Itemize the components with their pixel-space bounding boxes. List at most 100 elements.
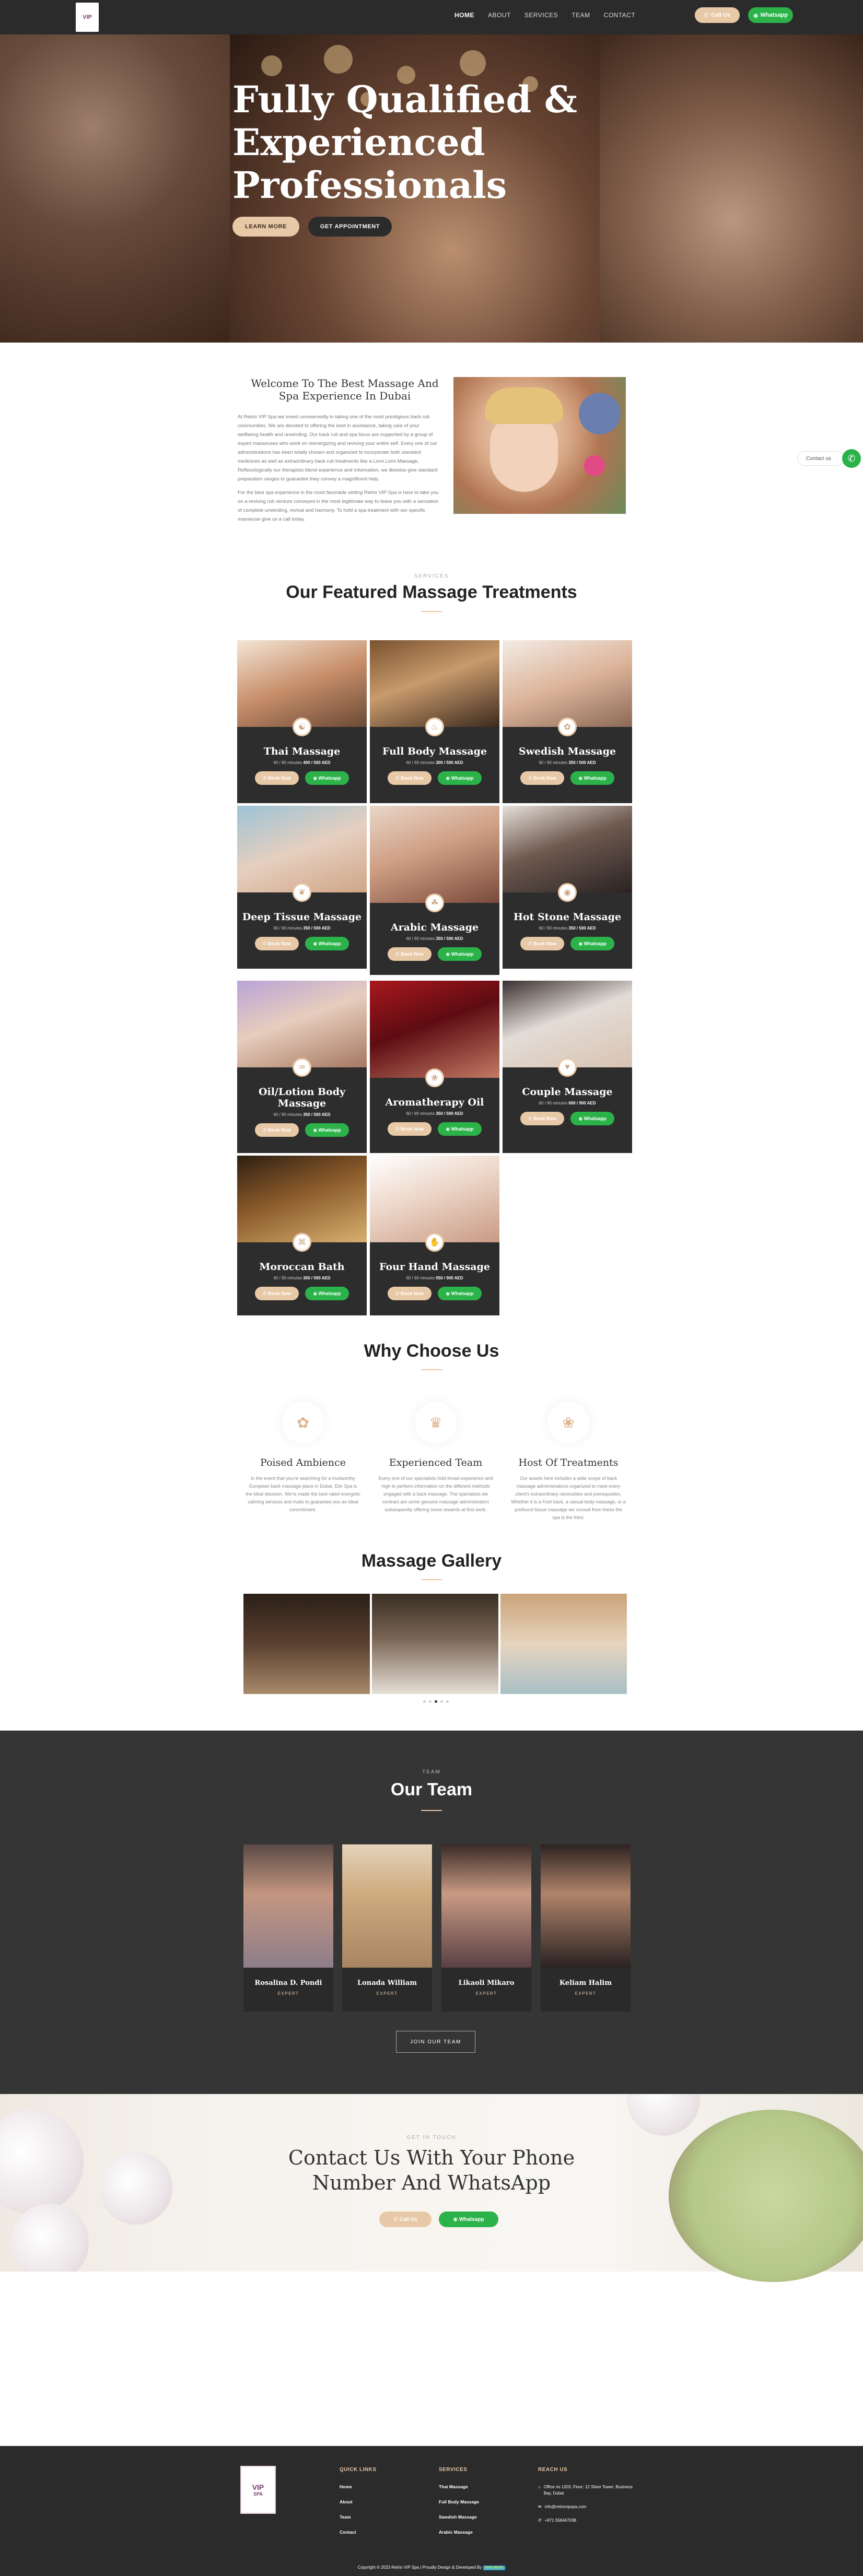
team-member-role: EXPERT bbox=[575, 1991, 597, 1996]
service-whatsapp-button[interactable]: ◉ Whatsapp bbox=[570, 771, 614, 785]
team-member-card[interactable]: Keliam Halim EXPERT bbox=[541, 1844, 631, 2012]
hands-icon: ✋ bbox=[425, 1233, 444, 1252]
contact-us-pill[interactable]: Contact us bbox=[797, 451, 844, 466]
nav-about[interactable]: ABOUT bbox=[488, 11, 511, 19]
service-duration-price: 60 / 90 minutes 350 / 500 AED bbox=[237, 926, 367, 931]
gallery-dot[interactable] bbox=[429, 1700, 431, 1703]
service-card[interactable]: ☯ Thai Massage 60 / 90 minutes 400 / 500 A… bbox=[237, 640, 367, 803]
book-now-button[interactable]: ✆ Book Now bbox=[388, 1287, 431, 1300]
service-card[interactable]: ☘ Arabic Massage 60 / 90 minutes 350 / 500… bbox=[370, 806, 499, 975]
service-title: Thai Massage bbox=[263, 746, 341, 757]
service-card[interactable]: ◉ Hot Stone Massage 60 / 90 minutes 350 / … bbox=[503, 806, 632, 969]
gallery-image[interactable] bbox=[372, 1594, 498, 1694]
service-whatsapp-button[interactable]: ◉ Whatsapp bbox=[570, 1112, 614, 1125]
book-now-button[interactable]: ✆ Book Now bbox=[255, 937, 299, 950]
footer-link[interactable]: Team bbox=[340, 2514, 377, 2520]
nav-services[interactable]: SERVICES bbox=[524, 11, 558, 19]
footer-link[interactable]: Home bbox=[340, 2484, 377, 2489]
contact-title: Contact Us With Your Phone Number And Wh… bbox=[249, 2145, 614, 2195]
service-whatsapp-button[interactable]: ◉ Whatsapp bbox=[305, 1287, 349, 1300]
join-team-button[interactable]: JOIN OUR TEAM bbox=[396, 2031, 475, 2053]
service-duration-price: 60 / 90 minutes 300 / 500 AED bbox=[237, 1276, 367, 1280]
service-duration-price: 60 / 90 minutes 550 / 900 AED bbox=[370, 1276, 499, 1280]
whatsapp-label: Whatsapp bbox=[760, 12, 788, 18]
footer-link[interactable]: Contact bbox=[340, 2530, 377, 2535]
header-call-button[interactable]: ✆ Call Us bbox=[695, 7, 740, 23]
floating-whatsapp-button[interactable]: ✆ bbox=[842, 449, 861, 468]
nav-home[interactable]: HOME bbox=[454, 11, 474, 19]
gallery-image[interactable] bbox=[243, 1594, 370, 1694]
copyright-text: Copyright © 2023 Retrio VIP Spa | Proudl… bbox=[357, 2565, 482, 2570]
service-card[interactable]: ❀ Aromatherapy Oil 60 / 90 minutes 350 / 5… bbox=[370, 981, 499, 1153]
book-now-button[interactable]: ✆ Book Now bbox=[255, 771, 299, 785]
welcome-paragraph: At Retrio VIP Spa we invest unreservedly… bbox=[238, 414, 438, 482]
service-card[interactable]: ♒ Oil/Lotion Body Massage 60 / 90 minutes … bbox=[237, 981, 367, 1153]
section-divider bbox=[421, 1810, 442, 1811]
footer-link[interactable]: About bbox=[340, 2499, 377, 2504]
bokeh-light bbox=[324, 45, 353, 74]
service-whatsapp-button[interactable]: ◉ Whatsapp bbox=[438, 1287, 482, 1300]
gallery-dot[interactable] bbox=[423, 1700, 426, 1703]
gallery-image[interactable] bbox=[500, 1594, 627, 1694]
book-now-button[interactable]: ✆ Book Now bbox=[520, 771, 564, 785]
hero-image-right bbox=[600, 34, 863, 343]
service-duration-price: 60 / 90 minutes 350 / 500 AED bbox=[370, 1111, 499, 1116]
service-whatsapp-button[interactable]: ◉ Whatsapp bbox=[438, 947, 482, 961]
nav-team[interactable]: TEAM bbox=[572, 11, 590, 19]
team-member-card[interactable]: Rosalina D. Pondi EXPERT bbox=[243, 1844, 333, 2012]
footer-link[interactable]: Full Body Massage bbox=[439, 2499, 479, 2504]
service-card[interactable]: ⌘ Moroccan Bath 60 / 90 minutes 300 / 500 … bbox=[237, 1156, 367, 1315]
candle-decoration bbox=[627, 2094, 700, 2136]
service-card[interactable]: ♨ Full Body Massage 60 / 90 minutes 300 / … bbox=[370, 640, 499, 803]
service-price: 350 / 500 AED bbox=[436, 1111, 463, 1116]
book-now-button[interactable]: ✆ Book Now bbox=[520, 1112, 564, 1125]
site-logo[interactable]: VIP bbox=[76, 3, 99, 32]
service-whatsapp-button[interactable]: ◉ Whatsapp bbox=[305, 1123, 349, 1137]
footer-link[interactable]: Arabic Massage bbox=[439, 2530, 479, 2535]
email-icon: ✉ bbox=[538, 2504, 542, 2509]
book-now-button[interactable]: ✆ Book Now bbox=[255, 1123, 299, 1137]
team-member-card[interactable]: Lonada William EXPERT bbox=[342, 1844, 432, 2012]
service-card[interactable]: ✋ Four Hand Massage 60 / 90 minutes 550 / … bbox=[370, 1156, 499, 1315]
gallery-dot[interactable] bbox=[440, 1700, 443, 1703]
contact-whatsapp-button[interactable]: ◉ Whatsapp bbox=[439, 2212, 498, 2227]
learn-more-button[interactable]: LEARN MORE bbox=[232, 217, 299, 237]
service-whatsapp-button[interactable]: ◉ Whatsapp bbox=[438, 771, 482, 785]
whatsapp-icon: ◉ bbox=[753, 12, 759, 19]
developer-badge[interactable]: Web Worth bbox=[483, 2566, 506, 2570]
service-whatsapp-button[interactable]: ◉ Whatsapp bbox=[305, 771, 349, 785]
service-card[interactable]: ✿ Swedish Massage 60 / 90 minutes 350 / 50… bbox=[503, 640, 632, 803]
footer-logo[interactable]: VIP SPA bbox=[240, 2466, 276, 2514]
service-duration: 60 / 90 minutes bbox=[273, 1112, 304, 1117]
team-member-card[interactable]: Likaoli Mikaro EXPERT bbox=[441, 1844, 531, 2012]
service-card[interactable]: ❦ Deep Tissue Massage 60 / 90 minutes 350 … bbox=[237, 806, 367, 969]
service-title: Aromatherapy Oil bbox=[385, 1097, 484, 1108]
service-image bbox=[237, 1156, 367, 1242]
gallery-dot-active[interactable] bbox=[435, 1700, 437, 1703]
book-now-button[interactable]: ✆ Book Now bbox=[388, 947, 431, 961]
footer-email[interactable]: ✉ info@retriovipspa.com bbox=[538, 2504, 637, 2510]
book-now-button[interactable]: ✆ Book Now bbox=[255, 1287, 299, 1300]
service-duration-price: 60 / 90 minutes 600 / 900 AED bbox=[503, 1101, 632, 1105]
contact-call-button[interactable]: ✆ Call Us bbox=[379, 2212, 431, 2227]
service-title: Moroccan Bath bbox=[259, 1261, 345, 1273]
service-title: Four Hand Massage bbox=[379, 1261, 490, 1273]
hero-title: Fully Qualified & Experienced Profession… bbox=[232, 78, 598, 207]
footer-link[interactable]: Swedish Massage bbox=[439, 2514, 479, 2520]
book-now-button[interactable]: ✆ Book Now bbox=[388, 771, 431, 785]
get-appointment-button[interactable]: GET APPOINTMENT bbox=[308, 217, 392, 237]
service-whatsapp-button[interactable]: ◉ Whatsapp bbox=[438, 1122, 482, 1136]
service-image bbox=[503, 981, 632, 1067]
service-duration: 60 / 90 minutes bbox=[539, 760, 569, 765]
gallery-dot[interactable] bbox=[446, 1700, 449, 1703]
book-now-button[interactable]: ✆ Book Now bbox=[520, 937, 564, 950]
book-now-button[interactable]: ✆ Book Now bbox=[388, 1122, 431, 1136]
header-whatsapp-button[interactable]: ◉ Whatsapp bbox=[748, 7, 793, 23]
footer-link[interactable]: Thai Massage bbox=[439, 2484, 479, 2489]
footer-phone[interactable]: ✆ +971 556447038 bbox=[538, 2518, 637, 2524]
nav-contact[interactable]: CONTACT bbox=[604, 11, 636, 19]
service-card[interactable]: ♥ Couple Massage 60 / 90 minutes 600 / 900… bbox=[503, 981, 632, 1153]
service-whatsapp-button[interactable]: ◉ Whatsapp bbox=[305, 937, 349, 950]
service-duration-price: 60 / 90 minutes 350 / 500 AED bbox=[503, 926, 632, 931]
service-whatsapp-button[interactable]: ◉ Whatsapp bbox=[570, 937, 614, 950]
